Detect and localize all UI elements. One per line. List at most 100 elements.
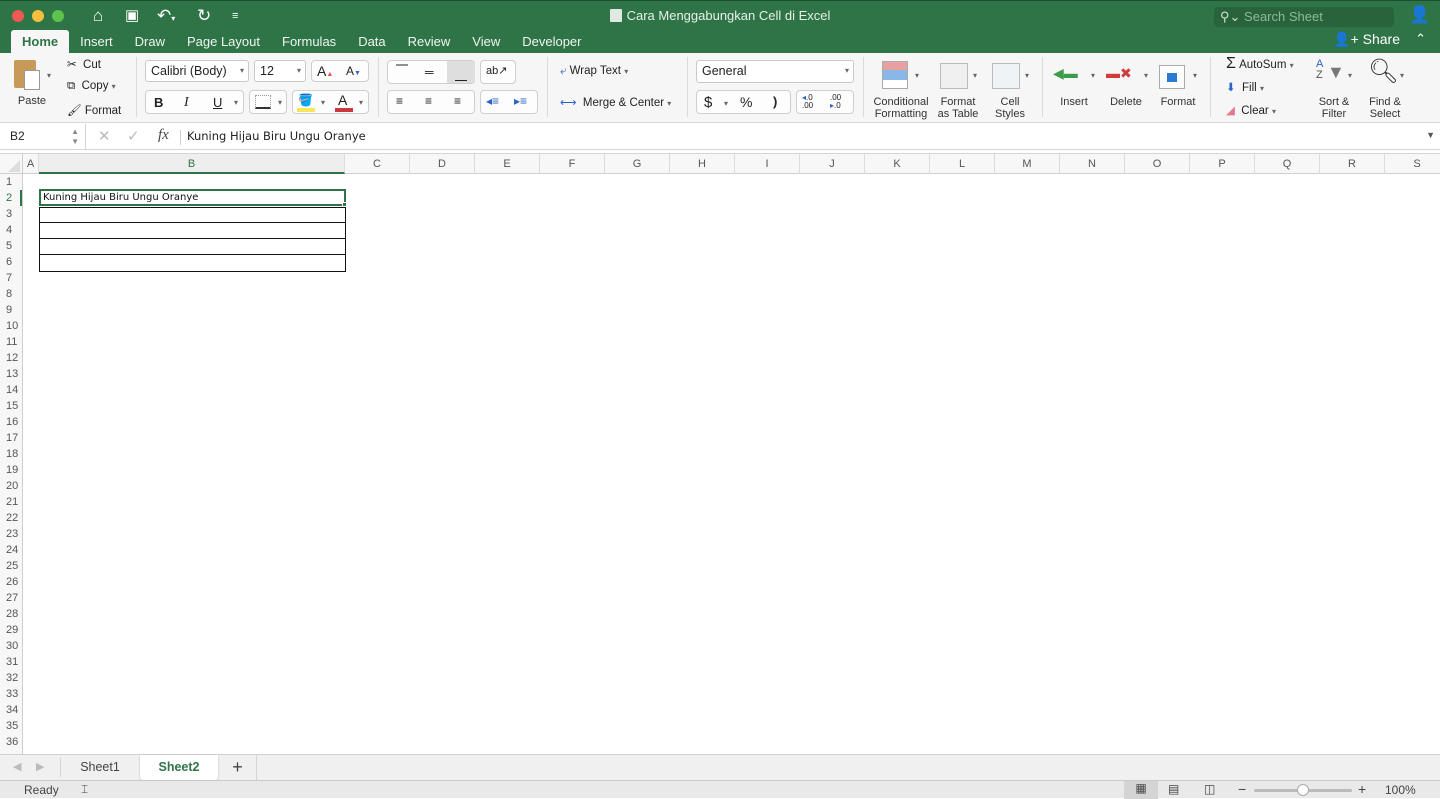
row-header-36[interactable]: 36 <box>0 734 22 750</box>
increase-font-size-icon[interactable]: A▲ <box>317 63 333 79</box>
zoom-slider-thumb[interactable] <box>1297 784 1309 796</box>
tab-draw[interactable]: Draw <box>124 30 176 54</box>
page-layout-view-icon[interactable]: ▤ <box>1168 782 1179 796</box>
insert-function-button[interactable]: fx <box>158 127 169 144</box>
tab-page-layout[interactable]: Page Layout <box>176 30 271 54</box>
previous-sheet-icon[interactable]: ◀ <box>13 760 21 773</box>
zoom-level[interactable]: 100% <box>1385 783 1416 797</box>
comma-style-button[interactable]: ) <box>773 94 777 109</box>
sort-filter-button[interactable]: AZ ▼ ▾ <box>1314 59 1358 91</box>
row-header-32[interactable]: 32 <box>0 670 22 686</box>
page-break-view-icon[interactable]: ◫ <box>1204 782 1215 796</box>
column-header-r[interactable]: R <box>1320 154 1385 174</box>
zoom-slider[interactable] <box>1254 784 1352 796</box>
column-header-k[interactable]: K <box>865 154 930 174</box>
row-header-34[interactable]: 34 <box>0 702 22 718</box>
borders-button[interactable]: ▾ <box>249 90 287 114</box>
align-top-icon[interactable]: ⎺ <box>396 63 408 78</box>
name-box-stepper-icon[interactable]: ▲ ▼ <box>71 124 79 147</box>
expand-formula-bar-icon[interactable]: ▼ <box>1426 130 1435 140</box>
column-header-e[interactable]: E <box>475 154 540 174</box>
row-header-23[interactable]: 23 <box>0 526 22 542</box>
column-header-l[interactable]: L <box>930 154 995 174</box>
cut-button[interactable]: ✂ Cut <box>67 57 101 71</box>
row-header-2[interactable]: 2 <box>0 190 22 206</box>
row-header-1[interactable]: 1 <box>0 174 22 190</box>
format-cells-button[interactable]: ▾ <box>1157 59 1203 91</box>
underline-button[interactable]: U <box>213 95 222 110</box>
conditional-formatting-button[interactable]: ▾ <box>880 59 920 93</box>
row-header-22[interactable]: 22 <box>0 510 22 526</box>
search-sheet-input[interactable]: ⚲⌄ Search Sheet <box>1214 7 1394 27</box>
row-header-31[interactable]: 31 <box>0 654 22 670</box>
tab-home[interactable]: Home <box>11 30 70 54</box>
row-header-19[interactable]: 19 <box>0 462 22 478</box>
account-icon[interactable]: 👤 <box>1409 5 1430 25</box>
tab-data[interactable]: Data <box>347 30 396 54</box>
fill-handle[interactable] <box>342 202 347 207</box>
row-header-5[interactable]: 5 <box>0 238 22 254</box>
delete-cells-button[interactable]: ▬✖ ▾ <box>1106 61 1152 91</box>
autosum-button[interactable]: Σ AutoSum ▾ <box>1226 55 1294 73</box>
row-header-24[interactable]: 24 <box>0 542 22 558</box>
row-header-30[interactable]: 30 <box>0 638 22 654</box>
decrease-indent-icon[interactable]: ◂≡ <box>486 94 499 108</box>
row-header-14[interactable]: 14 <box>0 382 22 398</box>
italic-button[interactable]: I <box>184 95 189 111</box>
row-header-17[interactable]: 17 <box>0 430 22 446</box>
align-center-icon[interactable]: ≡ <box>425 94 432 108</box>
row-header-15[interactable]: 15 <box>0 398 22 414</box>
orientation-button[interactable]: ab↗ <box>480 60 516 84</box>
row-header-3[interactable]: 3 <box>0 206 22 222</box>
paste-dropdown-icon[interactable]: ▾ <box>47 71 51 80</box>
next-sheet-icon[interactable]: ▶ <box>36 760 44 773</box>
font-color-dropdown-icon[interactable]: ▾ <box>359 98 363 107</box>
macro-recording-icon[interactable]: ⌶ <box>81 782 88 797</box>
align-bottom-icon[interactable]: ⎽ <box>447 61 475 83</box>
enter-checkmark-icon[interactable]: ✓ <box>127 127 140 145</box>
decrease-font-size-icon[interactable]: A▼ <box>346 64 361 78</box>
wrap-text-button[interactable]: ⤶ Wrap Text ▾ <box>560 65 628 78</box>
column-header-c[interactable]: C <box>345 154 410 174</box>
column-header-j[interactable]: J <box>800 154 865 174</box>
font-color-icon[interactable]: A <box>338 92 347 108</box>
row-header-33[interactable]: 33 <box>0 686 22 702</box>
find-select-button[interactable]: 🔍︎ ▾ <box>1366 57 1410 91</box>
column-header-s[interactable]: S <box>1385 154 1440 174</box>
align-right-icon[interactable]: ≡ <box>454 94 461 108</box>
insert-cells-button[interactable]: ◀▬ ▾ <box>1053 61 1099 91</box>
row-header-28[interactable]: 28 <box>0 606 22 622</box>
row-header-4[interactable]: 4 <box>0 222 22 238</box>
tab-insert[interactable]: Insert <box>69 30 124 54</box>
zoom-in-button[interactable]: + <box>1358 781 1366 797</box>
tab-view[interactable]: View <box>461 30 511 54</box>
currency-button[interactable]: $ <box>704 94 712 111</box>
font-size-select[interactable]: 12 ▾ <box>254 60 306 82</box>
format-painter-button[interactable]: 🖌 Format <box>67 103 121 117</box>
align-middle-icon[interactable]: ═ <box>425 65 434 79</box>
column-header-o[interactable]: O <box>1125 154 1190 174</box>
row-header-26[interactable]: 26 <box>0 574 22 590</box>
paste-button[interactable]: ▾ <box>12 58 52 94</box>
format-as-table-button[interactable]: ▾ <box>938 59 978 93</box>
column-header-b[interactable]: B <box>39 154 345 174</box>
decrease-decimal-button[interactable]: .00 ▸.0 <box>830 94 841 110</box>
row-header-6[interactable]: 6 <box>0 254 22 270</box>
share-button[interactable]: 👤+ Share <box>1333 31 1400 48</box>
tab-review[interactable]: Review <box>397 30 462 54</box>
column-header-h[interactable]: H <box>670 154 735 174</box>
column-header-f[interactable]: F <box>540 154 605 174</box>
bold-button[interactable]: B <box>154 95 163 110</box>
column-header-g[interactable]: G <box>605 154 670 174</box>
column-header-m[interactable]: M <box>995 154 1060 174</box>
row-header-16[interactable]: 16 <box>0 414 22 430</box>
number-format-select[interactable]: General ▾ <box>696 60 854 83</box>
row-header-8[interactable]: 8 <box>0 286 22 302</box>
fill-color-icon[interactable]: 🪣 <box>298 93 313 107</box>
fill-color-dropdown-icon[interactable]: ▾ <box>321 98 325 107</box>
name-box[interactable]: B2 ▲ ▼ <box>0 124 86 149</box>
row-header-20[interactable]: 20 <box>0 478 22 494</box>
column-header-n[interactable]: N <box>1060 154 1125 174</box>
copy-button[interactable]: ⧉ Copy ▾ <box>67 80 116 93</box>
row-header-35[interactable]: 35 <box>0 718 22 734</box>
